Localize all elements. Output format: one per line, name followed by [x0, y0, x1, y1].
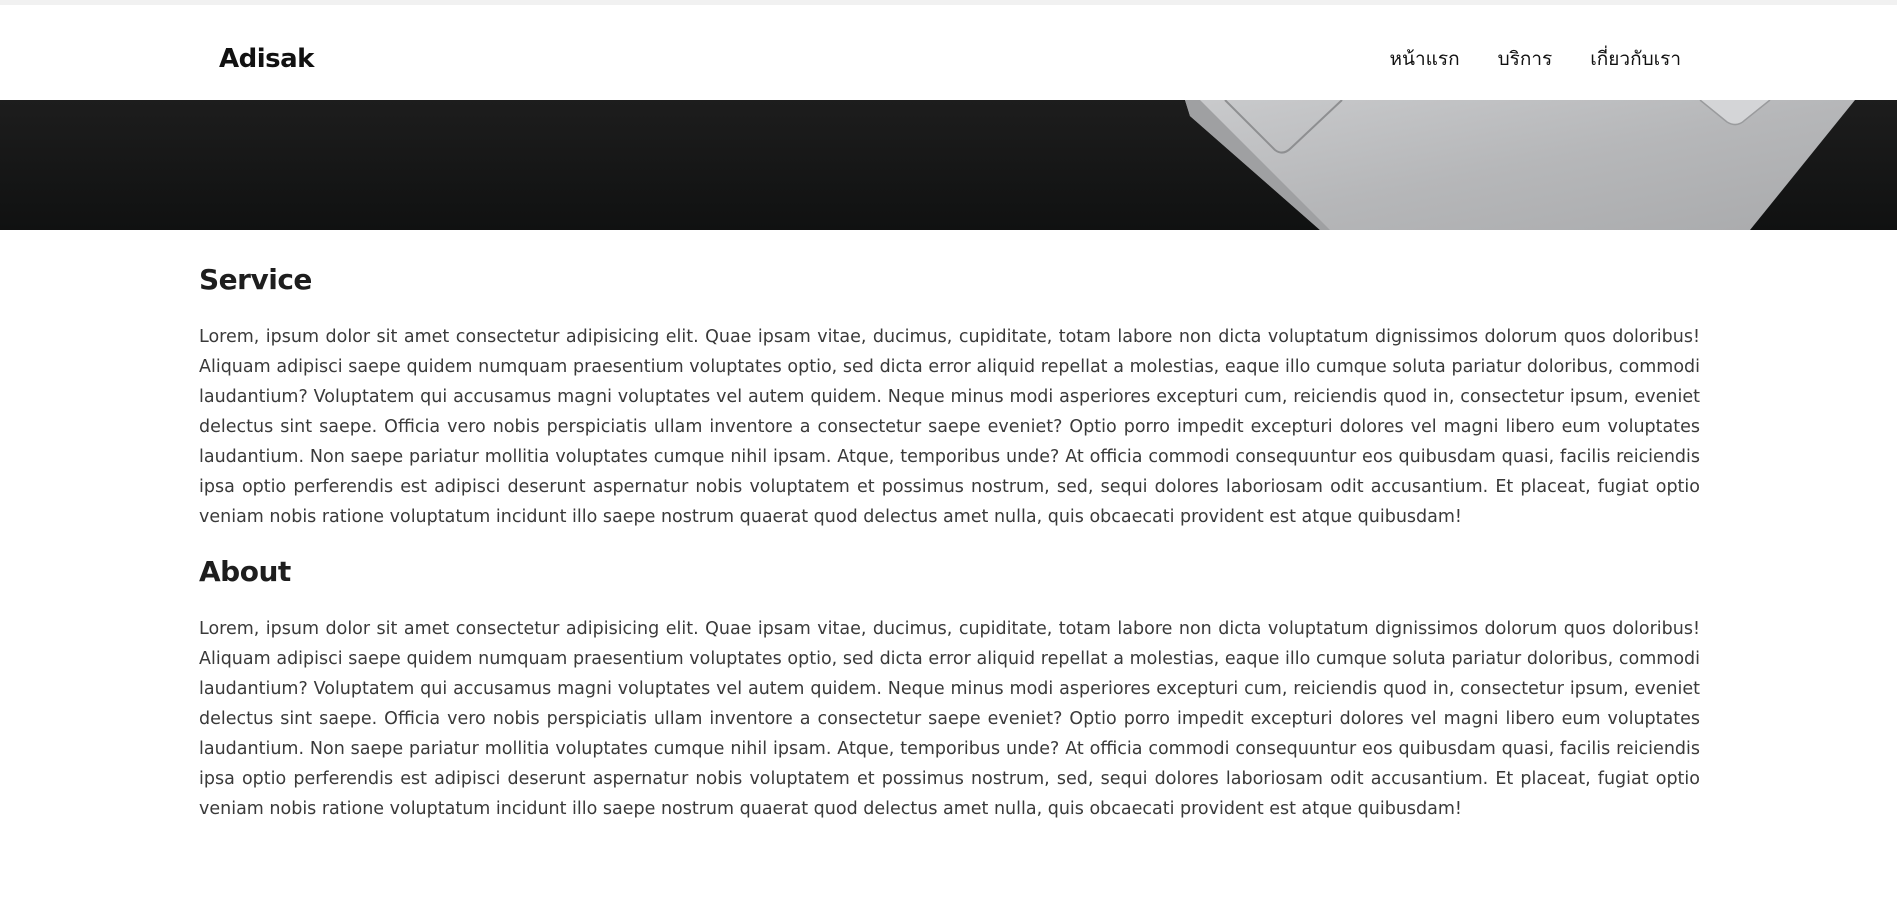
brand-logo[interactable]: Adisak — [219, 43, 314, 75]
about-heading: About — [199, 555, 291, 588]
service-paragraph: Lorem, ipsum dolor sit amet consectetur … — [199, 327, 1700, 527]
nav-item-about: เกี่ยวกับเรา — [1590, 47, 1681, 71]
service-section: Service Lorem, ipsum dolor sit amet cons… — [199, 260, 1700, 532]
navbar: Adisak หน้าแรก บริการ เกี่ยวกับเรา — [0, 5, 1897, 100]
main-content: Service Lorem, ipsum dolor sit amet cons… — [199, 230, 1700, 824]
nav-item-home: หน้าแรก — [1389, 47, 1459, 71]
laptop-on-dark-desk-photo — [0, 100, 1897, 230]
service-heading: Service — [199, 263, 312, 296]
nav-item-services: บริการ — [1498, 47, 1553, 71]
nav-link-about[interactable]: เกี่ยวกับเรา — [1590, 48, 1681, 70]
main-nav: หน้าแรก บริการ เกี่ยวกับเรา — [1389, 47, 1681, 71]
about-paragraph: Lorem, ipsum dolor sit amet consectetur … — [199, 619, 1700, 819]
nav-link-home[interactable]: หน้าแรก — [1389, 48, 1459, 70]
nav-link-services[interactable]: บริการ — [1498, 48, 1553, 70]
hero-banner — [0, 100, 1897, 230]
about-section: About Lorem, ipsum dolor sit amet consec… — [199, 552, 1700, 824]
